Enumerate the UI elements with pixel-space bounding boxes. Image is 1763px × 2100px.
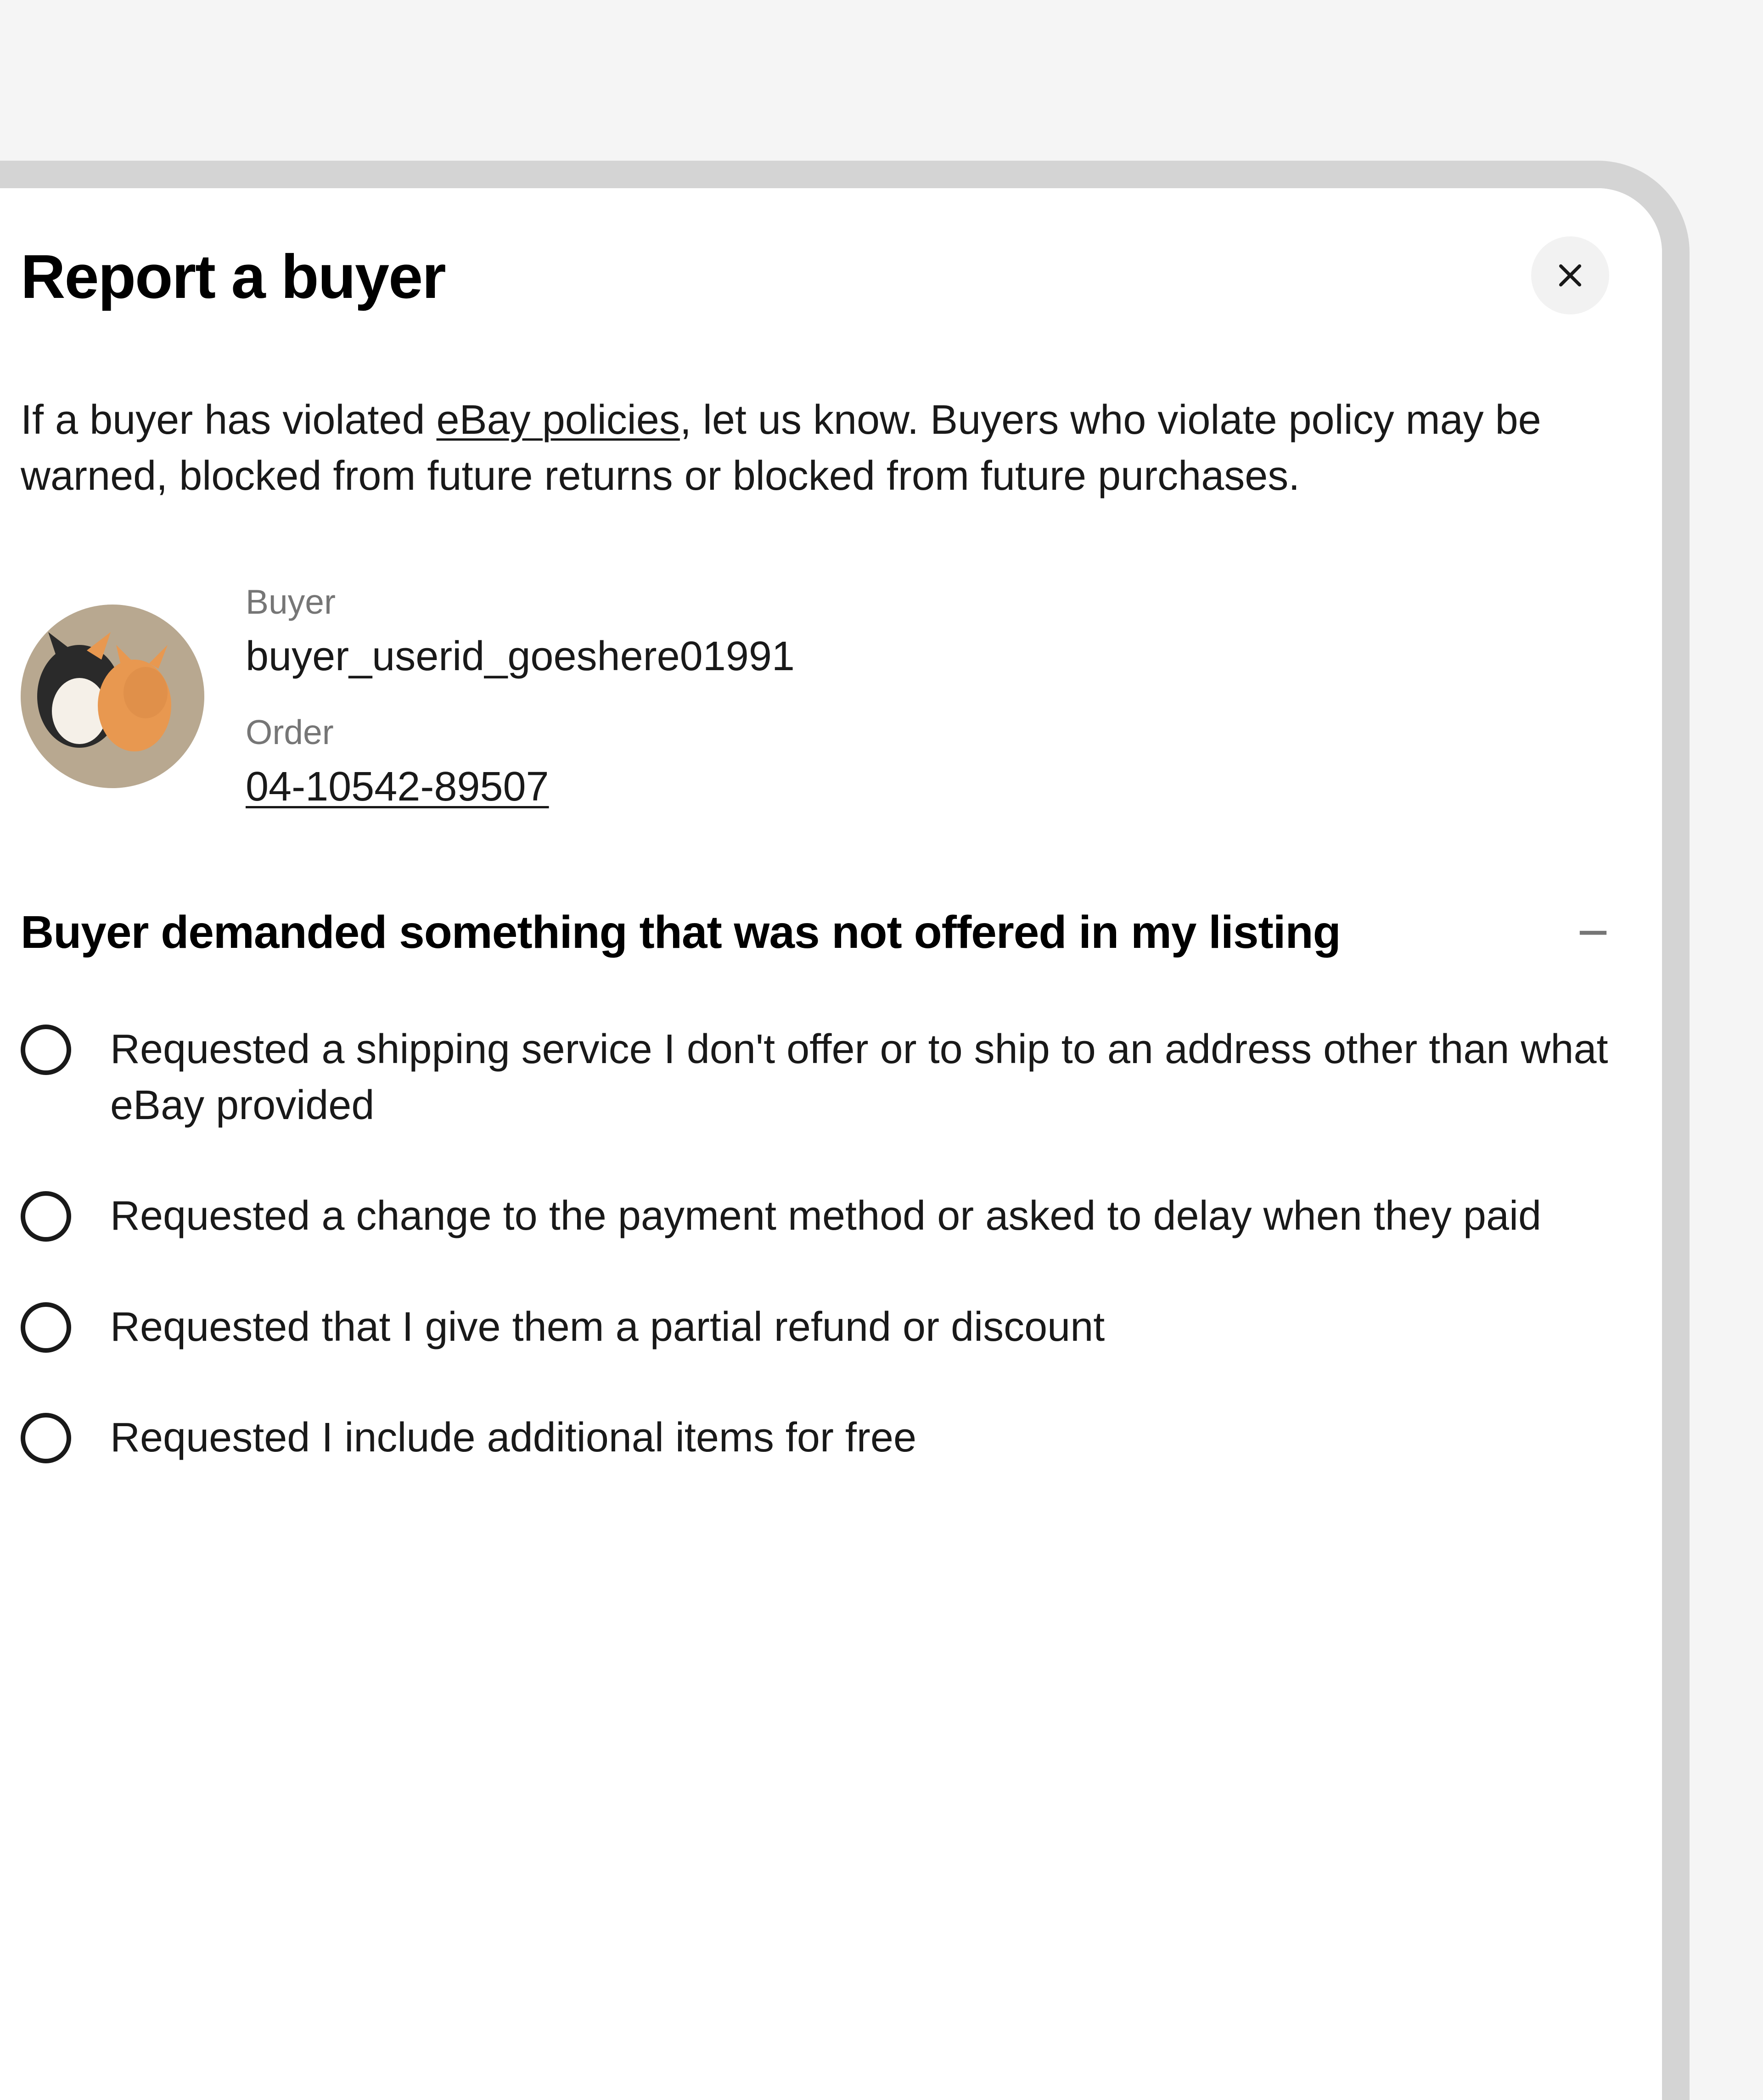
panel-title: Report a buyer (21, 241, 445, 312)
order-id-link[interactable]: 04-10542-89507 (246, 764, 549, 810)
option-row[interactable]: Requested a shipping service I don't off… (21, 1022, 1609, 1133)
buyer-avatar (21, 605, 204, 788)
intro-text: If a buyer has violated eBay policies, l… (21, 392, 1609, 504)
device-frame: Report a buyer If a buyer has violated e… (0, 161, 1690, 2100)
section-title: Buyer demanded something that was not of… (21, 902, 1341, 962)
radio-input[interactable] (21, 1191, 71, 1242)
reason-section: Buyer demanded something that was not of… (21, 902, 1609, 1466)
option-row[interactable]: Requested that I give them a partial ref… (21, 1299, 1609, 1355)
option-label: Requested I include additional items for… (110, 1410, 916, 1466)
section-header[interactable]: Buyer demanded something that was not of… (21, 902, 1609, 962)
option-label: Requested that I give them a partial ref… (110, 1299, 1105, 1355)
panel-header: Report a buyer (21, 241, 1609, 314)
buyer-label: Buyer (246, 582, 795, 622)
option-row[interactable]: Requested I include additional items for… (21, 1410, 1609, 1466)
option-label: Requested a shipping service I don't off… (110, 1022, 1609, 1133)
option-label: Requested a change to the payment method… (110, 1188, 1541, 1244)
report-buyer-panel: Report a buyer If a buyer has violated e… (0, 188, 1662, 2100)
avatar-image (21, 605, 204, 788)
options-list: Requested a shipping service I don't off… (21, 1022, 1609, 1466)
close-button[interactable] (1531, 236, 1609, 314)
radio-input[interactable] (21, 1302, 71, 1353)
ebay-policies-link[interactable]: eBay policies (437, 397, 680, 443)
close-icon (1554, 259, 1586, 291)
radio-input[interactable] (21, 1413, 71, 1463)
option-row[interactable]: Requested a change to the payment method… (21, 1188, 1609, 1244)
buyer-meta: Buyer buyer_userid_goeshere01991 Order 0… (246, 582, 795, 811)
buyer-userid: buyer_userid_goeshere01991 (246, 633, 795, 680)
radio-input[interactable] (21, 1025, 71, 1075)
minus-icon: − (1577, 905, 1609, 960)
buyer-info-row: Buyer buyer_userid_goeshere01991 Order 0… (21, 582, 1609, 811)
order-label: Order (246, 712, 795, 752)
